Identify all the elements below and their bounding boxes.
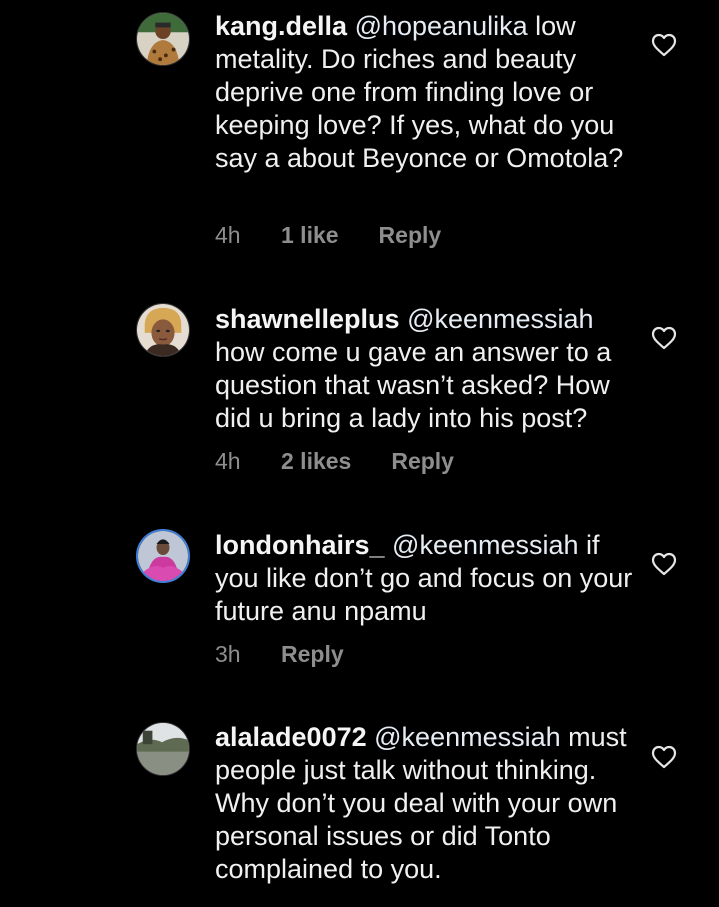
comment-timestamp: 4h	[215, 222, 241, 248]
comment-timestamp: 3h	[215, 641, 241, 667]
reply-button[interactable]: Reply	[281, 640, 344, 668]
reply-button[interactable]: Reply	[379, 221, 442, 249]
comment-meta: 4h 1 like Reply	[215, 221, 441, 249]
comment-text: kang.della @hopeanulika low metality. Do…	[215, 10, 635, 175]
heart-icon[interactable]	[651, 33, 677, 57]
comment-mention[interactable]: @keenmessiah	[392, 530, 579, 560]
comment-timestamp: 4h	[215, 448, 241, 474]
landscape-avatar-icon	[137, 723, 189, 775]
comment-mention[interactable]: @keenmessiah	[407, 304, 594, 334]
comment-username[interactable]: alalade0072	[215, 722, 367, 752]
comment-username[interactable]: shawnelleplus	[215, 304, 400, 334]
comment-text: shawnelleplus @keenmessiah how come u ga…	[215, 303, 635, 435]
comment-mention[interactable]: @keenmessiah	[374, 722, 561, 752]
heart-icon[interactable]	[651, 552, 677, 576]
comment-likes[interactable]: 2 likes	[281, 447, 351, 475]
heart-icon[interactable]	[651, 745, 677, 769]
avatar[interactable]	[136, 303, 190, 357]
comment-username[interactable]: kang.della	[215, 11, 347, 41]
comment-text: alalade0072 @keenmessiah must people jus…	[215, 721, 635, 886]
pink-dress-avatar-icon	[138, 531, 188, 581]
leopard-print-avatar-icon	[137, 13, 189, 65]
avatar[interactable]	[136, 529, 190, 583]
comment-body: how come u gave an answer to a question …	[215, 337, 612, 433]
comment-meta: 3h Reply	[215, 640, 344, 668]
comment-username[interactable]: londonhairs_	[215, 530, 385, 560]
avatar[interactable]	[136, 722, 190, 776]
heart-icon[interactable]	[651, 326, 677, 350]
comment-mention[interactable]: @hopeanulika	[355, 11, 528, 41]
comment-meta: 4h 2 likes Reply	[215, 447, 454, 475]
avatar[interactable]	[136, 12, 190, 66]
reply-button[interactable]: Reply	[391, 447, 454, 475]
woman-portrait-avatar-icon	[137, 304, 189, 356]
comment-text: londonhairs_ @keenmessiah if you like do…	[215, 529, 635, 628]
comment-likes[interactable]: 1 like	[281, 221, 339, 249]
